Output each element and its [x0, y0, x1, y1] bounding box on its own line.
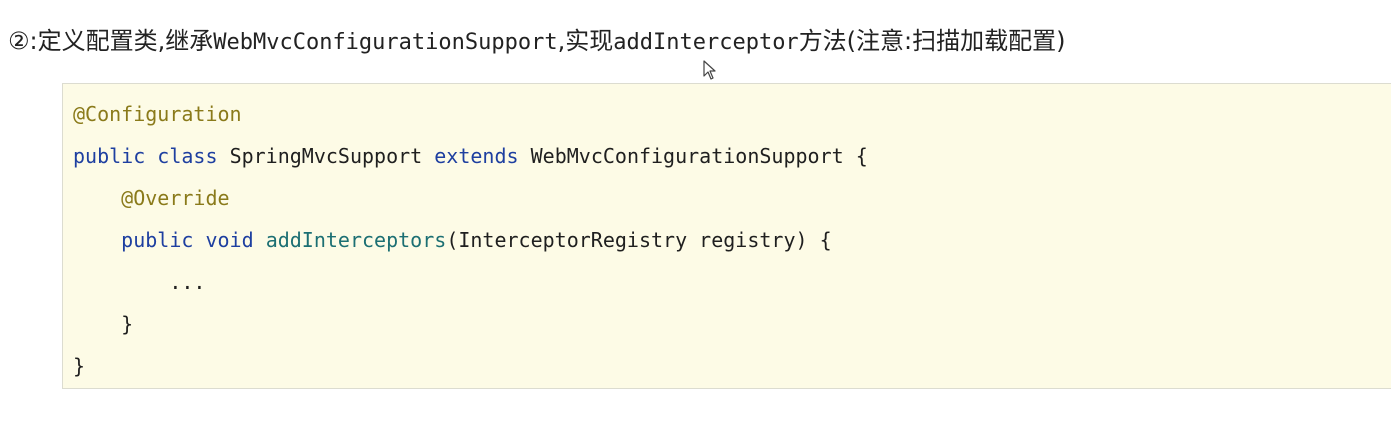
code-line-6: }	[73, 310, 133, 338]
class-name: SpringMvcSupport	[229, 144, 423, 168]
public-keyword: public	[121, 228, 194, 252]
void-keyword: void	[205, 228, 254, 252]
ellipsis-body: ...	[169, 270, 206, 294]
heading-middle: ,实现	[557, 27, 614, 55]
override-annotation: @Override	[121, 186, 230, 210]
mouse-cursor-icon	[703, 60, 716, 80]
method-params: (InterceptorRegistry registry) {	[446, 228, 832, 252]
step-heading: ②:定义配置类,继承WebMvcConfigurationSupport,实现a…	[8, 22, 1066, 62]
code-line-4: public void addInterceptors(InterceptorR…	[73, 226, 832, 254]
code-line-3: @Override	[73, 184, 230, 212]
heading-method-name: addInterceptor	[613, 30, 799, 55]
extends-keyword: extends	[434, 144, 519, 168]
code-line-2: public class SpringMvcSupport extends We…	[73, 142, 868, 170]
step-number: ②	[8, 27, 30, 55]
code-line-7: }	[73, 352, 85, 380]
code-block: @Configuration public class SpringMvcSup…	[62, 83, 1391, 389]
class-close-brace: }	[73, 354, 86, 378]
heading-prefix: :定义配置类,继承	[29, 27, 214, 55]
method-name: addInterceptors	[265, 228, 447, 252]
public-keyword: public	[73, 144, 146, 168]
parent-class-name: WebMvcConfigurationSupport	[530, 144, 844, 168]
code-line-1: @Configuration	[73, 100, 242, 128]
class-keyword: class	[157, 144, 218, 168]
heading-suffix: 方法(注意:扫描加载配置)	[798, 27, 1066, 55]
configuration-annotation: @Configuration	[73, 102, 242, 126]
code-line-5: ...	[73, 268, 205, 296]
method-close-brace: }	[121, 312, 134, 336]
heading-class-name: WebMvcConfigurationSupport	[213, 30, 558, 55]
open-brace: {	[855, 144, 868, 168]
